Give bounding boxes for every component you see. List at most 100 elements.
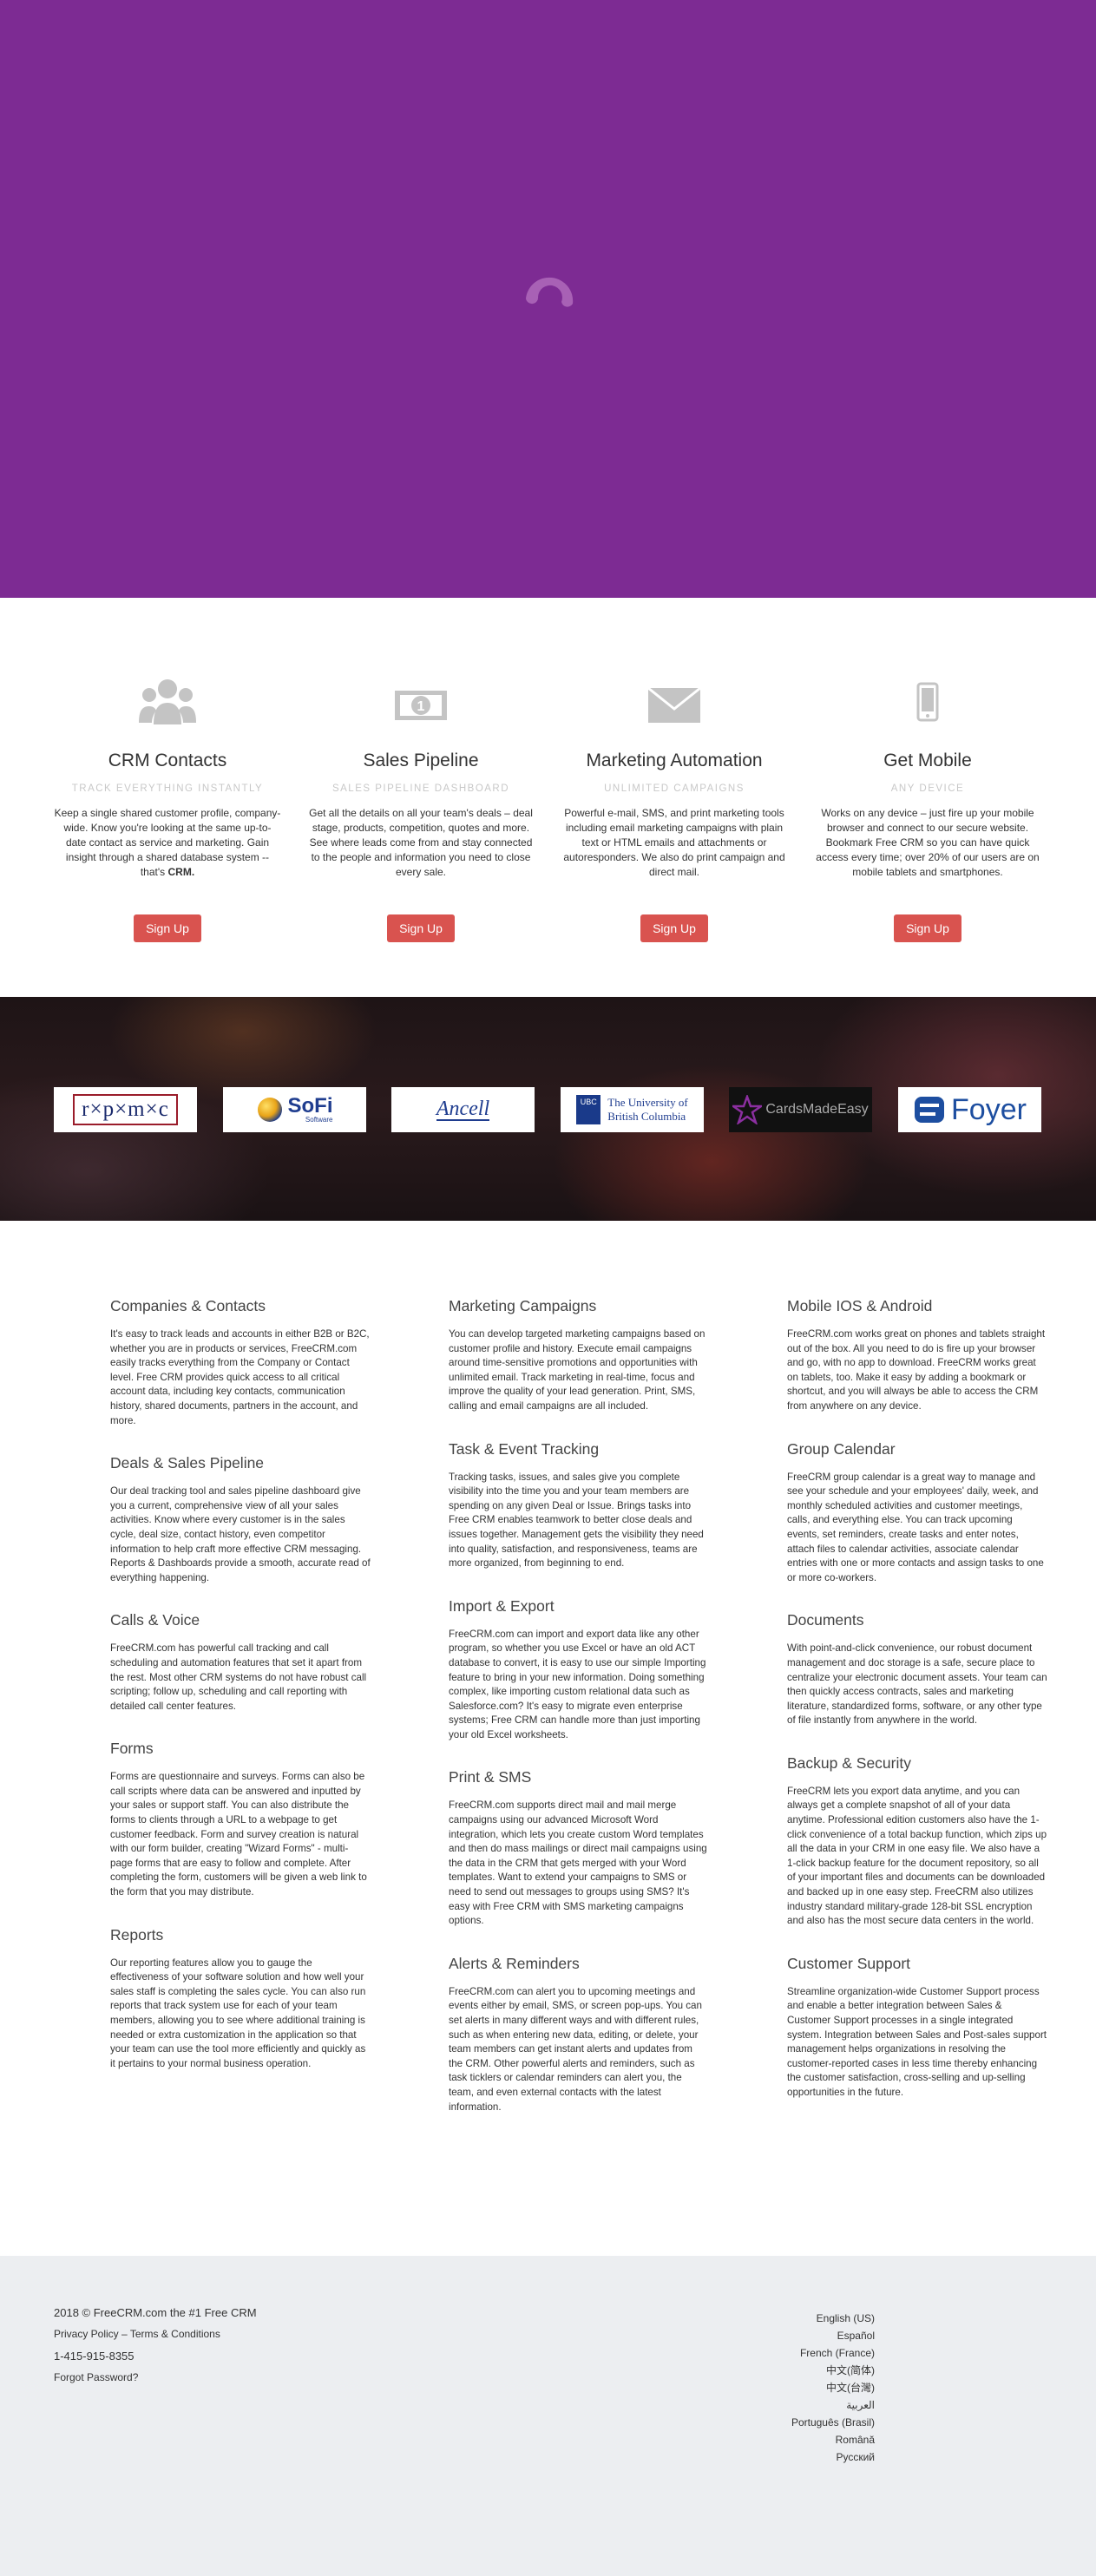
feature-crm-contacts: CRM Contacts TRACK EVERYTHING INSTANTLY … bbox=[46, 676, 289, 942]
feature-block-text: FreeCRM.com can import and export data l… bbox=[449, 1628, 706, 1740]
language-list: English (US) Español French (France) 中文(… bbox=[791, 2310, 875, 2466]
feature-block-title: Forms bbox=[110, 1740, 154, 1758]
language-link-english[interactable]: English (US) bbox=[791, 2310, 875, 2327]
feature-block-title: Deals & Sales Pipeline bbox=[110, 1454, 265, 1472]
features-column-1: Companies & Contacts It's easy to track l… bbox=[110, 1297, 371, 2097]
link-separator: – bbox=[118, 2328, 130, 2340]
sign-up-button[interactable]: Sign Up bbox=[134, 914, 201, 942]
feature-title: Get Mobile bbox=[883, 751, 972, 770]
feature-block-title: Mobile IOS & Android bbox=[787, 1297, 933, 1314]
foyer-mark-icon bbox=[915, 1097, 945, 1123]
mobile-icon bbox=[916, 682, 939, 722]
feature-block-text: Streamline organization-wide Customer Su… bbox=[787, 1985, 1047, 2098]
feature-block: Companies & Contacts It's easy to track l… bbox=[110, 1297, 371, 1428]
language-link-romanian[interactable]: Română bbox=[791, 2431, 875, 2448]
sign-up-button[interactable]: Sign Up bbox=[894, 914, 961, 942]
envelope-icon bbox=[647, 686, 701, 723]
money-icon: 1 bbox=[395, 691, 447, 720]
feature-block: Import & Export FreeCRM.com can import an… bbox=[449, 1597, 709, 1743]
feature-block-text: FreeCRM.com has powerful call tracking a… bbox=[110, 1642, 367, 1712]
feature-block-title: Group Calendar bbox=[787, 1439, 896, 1458]
footer-links: Privacy Policy – Terms & Conditions bbox=[54, 2328, 257, 2341]
feature-block-title: Import & Export bbox=[449, 1596, 555, 1615]
feature-subtitle: UNLIMITED CAMPAIGNS bbox=[604, 783, 745, 794]
logo-foyer: Foyer bbox=[898, 1087, 1041, 1132]
language-link-french[interactable]: French (France) bbox=[791, 2344, 875, 2362]
sign-up-button[interactable]: Sign Up bbox=[387, 914, 455, 942]
features-detail-section: Companies & Contacts It's easy to track l… bbox=[0, 1221, 1096, 2256]
language-link-russian[interactable]: Русский bbox=[791, 2448, 875, 2466]
language-link-spanish[interactable]: Español bbox=[791, 2327, 875, 2344]
feature-get-mobile: Get Mobile ANY DEVICE Works on any devic… bbox=[806, 676, 1049, 942]
language-link-chinese-simplified[interactable]: 中文(简体) bbox=[791, 2362, 875, 2379]
feature-block: Customer Support Streamline organization-… bbox=[787, 1955, 1047, 2101]
privacy-policy-link[interactable]: Privacy Policy bbox=[54, 2328, 119, 2340]
forgot-password-link[interactable]: Forgot Password? bbox=[54, 2371, 257, 2384]
feature-description: Works on any device – just fire up your … bbox=[816, 807, 1040, 878]
feature-subtitle: TRACK EVERYTHING INSTANTLY bbox=[71, 783, 264, 794]
sofi-globe-icon bbox=[257, 1098, 282, 1122]
feature-block-text: FreeCRM group calendar is a great way to… bbox=[787, 1471, 1044, 1583]
feature-block-text: FreeCRM.com can alert you to upcoming me… bbox=[449, 1985, 702, 2113]
svg-text:1: 1 bbox=[417, 699, 425, 714]
feature-block-text: Forms are questionnaire and surveys. For… bbox=[110, 1771, 367, 1898]
feature-block-text: FreeCRM.com works great on phones and ta… bbox=[787, 1328, 1046, 1412]
feature-block-text: FreeCRM lets you export data anytime, an… bbox=[787, 1785, 1047, 1927]
feature-block: Alerts & Reminders FreeCRM.com can alert … bbox=[449, 1955, 709, 2114]
feature-description: Powerful e-mail, SMS, and print marketin… bbox=[563, 807, 785, 878]
terms-link[interactable]: Terms & Conditions bbox=[130, 2328, 220, 2340]
feature-block-text: Our deal tracking tool and sales pipelin… bbox=[110, 1485, 371, 1583]
language-link-chinese-traditional[interactable]: 中文(台灣) bbox=[791, 2379, 875, 2396]
features-section: CRM Contacts TRACK EVERYTHING INSTANTLY … bbox=[0, 598, 1096, 997]
logo-cardsmadeeasy: CardsMadeEasy bbox=[729, 1087, 872, 1132]
feature-description: Get all the details on all your team's d… bbox=[309, 807, 533, 878]
feature-block-text: With point-and-click convenience, our ro… bbox=[787, 1642, 1047, 1727]
features-column-3: Mobile IOS & Android FreeCRM.com works gr… bbox=[787, 1297, 1047, 2127]
feature-marketing-automation: Marketing Automation UNLIMITED CAMPAIGNS… bbox=[553, 676, 796, 942]
feature-subtitle: SALES PIPELINE DASHBOARD bbox=[331, 783, 510, 794]
feature-block-title: Marketing Campaigns bbox=[449, 1297, 597, 1314]
feature-block: Marketing Campaigns You can develop targe… bbox=[449, 1297, 709, 1414]
language-link-arabic[interactable]: العربية bbox=[791, 2396, 875, 2414]
logo-ancell: Ancell bbox=[391, 1087, 535, 1132]
feature-sales-pipeline: 1 Sales Pipeline SALES PIPELINE DASHBOAR… bbox=[299, 676, 542, 942]
users-icon bbox=[139, 679, 196, 724]
phone-number: 1-415-915-8355 bbox=[54, 2350, 135, 2363]
feature-block: Deals & Sales Pipeline Our deal tracking … bbox=[110, 1454, 371, 1585]
feature-subtitle: ANY DEVICE bbox=[890, 783, 965, 794]
footer: 2018 © FreeCRM.com the #1 Free CRM Priva… bbox=[0, 2256, 1096, 2576]
feature-title: Marketing Automation bbox=[586, 751, 763, 770]
copyright-text: 2018 © FreeCRM.com the #1 Free CRM bbox=[54, 2306, 257, 2319]
feature-description: Keep a single shared customer profile, c… bbox=[54, 807, 281, 878]
loading-spinner-icon bbox=[526, 277, 574, 307]
logo-sofi: SoFi Software bbox=[223, 1087, 366, 1132]
feature-block-title: Documents bbox=[787, 1611, 864, 1629]
customer-logos-band: r×p×m×c SoFi Software Ancell UBC The Uni… bbox=[0, 997, 1096, 1221]
feature-block: Group Calendar FreeCRM group calendar is … bbox=[787, 1440, 1047, 1586]
feature-block-title: Task & Event Tracking bbox=[449, 1439, 600, 1458]
feature-block: Forms Forms are questionnaire and surveys… bbox=[110, 1740, 371, 1899]
features-column-2: Marketing Campaigns You can develop targe… bbox=[449, 1297, 709, 2140]
logo-ubc: UBC The University of British Columbia bbox=[561, 1087, 704, 1132]
feature-block-title: Alerts & Reminders bbox=[449, 1954, 580, 1972]
footer-info: 2018 © FreeCRM.com the #1 Free CRM Priva… bbox=[54, 2306, 257, 2393]
feature-block: Reports Our reporting features allow you … bbox=[110, 1926, 371, 2072]
language-link-portuguese[interactable]: Português (Brasil) bbox=[791, 2414, 875, 2431]
sign-up-button[interactable]: Sign Up bbox=[640, 914, 708, 942]
feature-block-text: It's easy to track leads and accounts in… bbox=[110, 1328, 370, 1426]
star-icon bbox=[732, 1095, 763, 1124]
logo-rpmc: r×p×m×c bbox=[54, 1087, 197, 1132]
feature-block-title: Companies & Contacts bbox=[110, 1297, 266, 1314]
feature-block: Documents With point-and-click convenienc… bbox=[787, 1611, 1047, 1728]
hero-banner bbox=[0, 0, 1096, 598]
feature-block-title: Customer Support bbox=[787, 1954, 911, 1972]
feature-block-title: Backup & Security bbox=[787, 1753, 911, 1772]
feature-block-text: You can develop targeted marketing campa… bbox=[449, 1328, 706, 1412]
feature-title: CRM Contacts bbox=[108, 751, 227, 770]
feature-block: Print & SMS FreeCRM.com supports direct m… bbox=[449, 1768, 709, 1928]
feature-block-text: FreeCRM.com supports direct mail and mai… bbox=[449, 1799, 707, 1927]
feature-block-title: Reports bbox=[110, 1925, 164, 1943]
feature-title: Sales Pipeline bbox=[363, 751, 479, 770]
feature-block: Task & Event Tracking Tracking tasks, iss… bbox=[449, 1440, 709, 1571]
ubc-crest-icon: UBC bbox=[576, 1095, 601, 1124]
